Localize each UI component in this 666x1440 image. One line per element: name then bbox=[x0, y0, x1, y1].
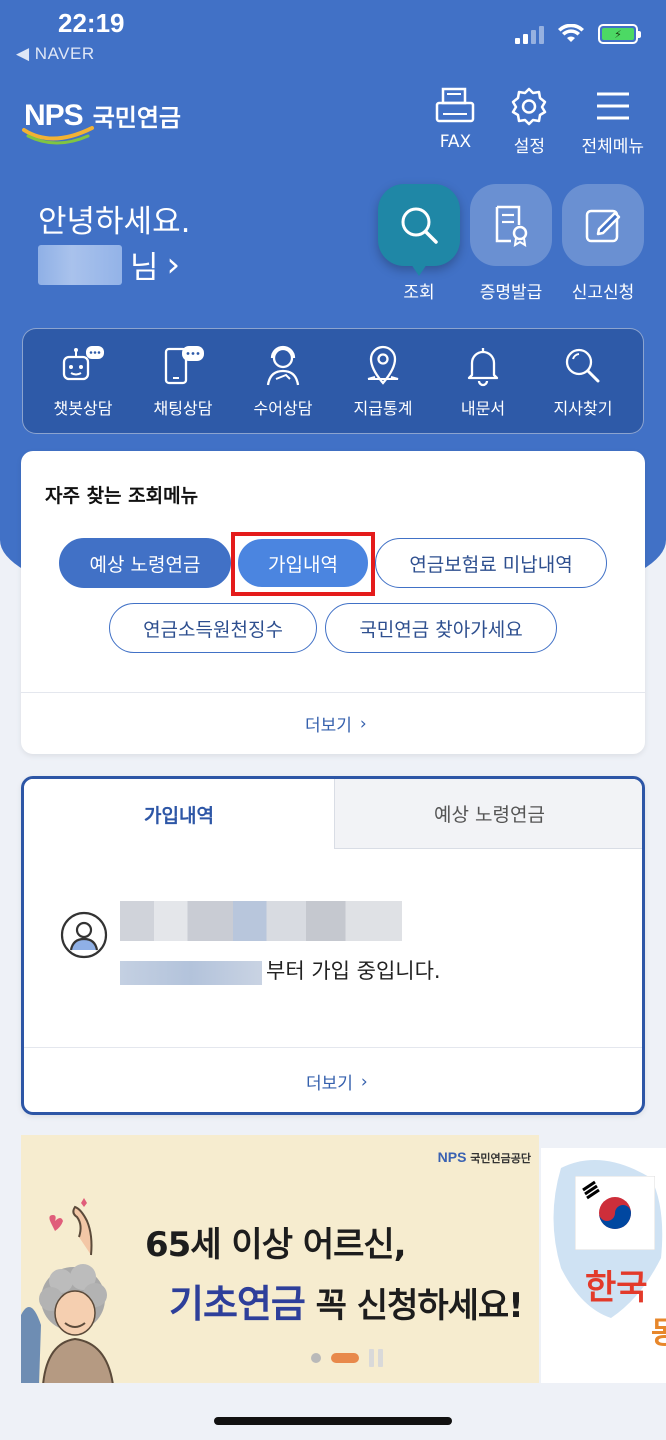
user-suffix: 님 bbox=[130, 250, 159, 286]
pause-icon[interactable] bbox=[369, 1349, 383, 1367]
settings-button[interactable]: 설정 bbox=[507, 86, 551, 157]
join-status-text: 부터 가입 중입니다. bbox=[266, 959, 441, 983]
selection-highlight bbox=[231, 532, 375, 596]
more-label: 더보기 bbox=[306, 1074, 353, 1094]
service-my-documents-label: 내문서 bbox=[460, 399, 506, 418]
user-avatar-icon bbox=[60, 911, 108, 959]
magnifier-icon bbox=[565, 348, 600, 383]
quick-inquiry-button[interactable]: 조회 bbox=[378, 184, 460, 303]
banner2-text2: 동 bbox=[651, 1316, 666, 1351]
service-payment-stats[interactable]: 지급통계 bbox=[335, 343, 431, 419]
nps-logo[interactable]: NPS 국민연금 bbox=[22, 98, 182, 145]
carousel-indicator bbox=[311, 1349, 383, 1367]
chat-phone-icon bbox=[164, 346, 204, 385]
quick-actions: 조회 증명발급 신고신청 bbox=[378, 184, 644, 303]
service-chatbot[interactable]: 챗봇상담 bbox=[35, 343, 131, 419]
basic-pension-banner[interactable]: NPS 국민연금공단 65세 이상 어르신, 기초연금 꼭 신청하세요! bbox=[21, 1135, 539, 1383]
next-banner-preview[interactable]: 한국 동 bbox=[541, 1148, 666, 1383]
gear-icon bbox=[512, 87, 547, 126]
banner-line2-rest: 꼭 신청하세요! bbox=[304, 1286, 524, 1326]
banner-line1: 65세 이상 어르신, bbox=[145, 1225, 407, 1265]
status-time: 22:19 bbox=[58, 8, 125, 38]
pill-expected-pension[interactable]: 예상 노령연금 bbox=[59, 538, 231, 588]
service-chatbot-label: 챗봇상담 bbox=[53, 399, 113, 418]
carousel-dot[interactable] bbox=[311, 1353, 321, 1363]
frequent-more-link[interactable]: 더보기 › bbox=[305, 711, 367, 737]
tab-expected-pension[interactable]: 예상 노령연금 bbox=[334, 779, 642, 849]
banner-line2: 기초연금 꼭 신청하세요! bbox=[169, 1273, 524, 1328]
service-chatting[interactable]: 채팅상담 bbox=[135, 343, 231, 419]
signal-icon bbox=[515, 24, 544, 44]
service-payment-stats-label: 지급통계 bbox=[353, 399, 413, 418]
quick-report-label: 신고신청 bbox=[571, 283, 635, 303]
fax-button[interactable]: FAX bbox=[433, 86, 477, 157]
edit-icon bbox=[585, 209, 621, 243]
all-menu-label: 전체메뉴 bbox=[581, 137, 644, 157]
quick-certificate-label: 증명발급 bbox=[479, 283, 543, 303]
tab-more-link[interactable]: 더보기 › bbox=[306, 1069, 368, 1095]
carousel-dot-active[interactable] bbox=[331, 1353, 359, 1363]
sign-language-icon bbox=[266, 345, 300, 386]
bottom-safe-area bbox=[0, 1383, 666, 1440]
join-date-redacted bbox=[120, 961, 262, 985]
service-find-branch[interactable]: 지사찾기 bbox=[535, 343, 631, 419]
frequent-menu-title: 자주 찾는 조회메뉴 bbox=[45, 485, 199, 507]
certificate-icon bbox=[495, 205, 528, 247]
chevron-right-icon: › bbox=[360, 1071, 368, 1092]
service-my-documents[interactable]: 내문서 bbox=[435, 343, 531, 419]
pill-withholding-tax[interactable]: 연금소득원천징수 bbox=[109, 603, 317, 653]
wifi-icon bbox=[558, 24, 584, 42]
report-circle bbox=[562, 184, 644, 266]
banner-accent: 기초연금 bbox=[169, 1282, 306, 1326]
korea-flag-icon bbox=[575, 1176, 655, 1250]
home-indicator[interactable] bbox=[214, 1417, 452, 1425]
service-chatting-label: 채팅상담 bbox=[153, 399, 213, 418]
quick-report-button[interactable]: 신고신청 bbox=[562, 184, 644, 303]
service-sign-language[interactable]: 수어상담 bbox=[235, 343, 331, 419]
location-pin-icon bbox=[367, 345, 399, 385]
pill-unpaid-premium[interactable]: 연금보험료 미납내역 bbox=[375, 538, 607, 588]
banner-logo-text: 국민연금공단 bbox=[470, 1152, 531, 1165]
bell-icon bbox=[467, 348, 499, 387]
battery-icon: ⚡ bbox=[598, 24, 641, 44]
settings-label: 설정 bbox=[513, 137, 546, 157]
tab-join-history[interactable]: 가입내역 bbox=[24, 779, 334, 849]
quick-inquiry-label: 조회 bbox=[403, 283, 435, 303]
banner-logo: NPS 국민연금공단 bbox=[438, 1149, 531, 1166]
back-to-app-link[interactable]: ◀ NAVER bbox=[16, 44, 95, 64]
greeting-text: 안녕하세요. bbox=[38, 204, 191, 240]
fax-icon bbox=[436, 87, 475, 123]
user-name-redacted bbox=[38, 244, 122, 285]
menu-icon bbox=[596, 92, 629, 120]
inquiry-circle bbox=[378, 184, 460, 276]
banner2-text: 한국 bbox=[585, 1268, 648, 1308]
chevron-right-icon: › bbox=[359, 713, 367, 734]
search-icon bbox=[401, 207, 438, 244]
service-sign-language-label: 수어상담 bbox=[253, 399, 313, 418]
banner-logo-mark: NPS bbox=[437, 1149, 467, 1165]
logo-text: 국민연금 bbox=[92, 104, 182, 132]
status-icons: ⚡ bbox=[515, 24, 641, 44]
grandmother-illustration-icon bbox=[21, 1198, 114, 1383]
chatbot-icon bbox=[62, 346, 104, 381]
service-find-branch-label: 지사찾기 bbox=[553, 399, 613, 418]
header-actions: FAX 설정 전체메뉴 bbox=[433, 86, 644, 157]
logo-swoosh-icon bbox=[22, 126, 94, 145]
membership-tab-card: 가입내역 예상 노령연금 부터 가입 중입니다. 더보기 › bbox=[21, 776, 645, 1115]
pill-find-pension[interactable]: 국민연금 찾아가세요 bbox=[325, 603, 557, 653]
quick-certificate-button[interactable]: 증명발급 bbox=[470, 184, 552, 303]
more-label: 더보기 bbox=[305, 716, 352, 736]
chevron-right-icon: › bbox=[166, 244, 181, 285]
certificate-circle bbox=[470, 184, 552, 266]
all-menu-button[interactable]: 전체메뉴 bbox=[581, 86, 644, 157]
fax-label: FAX bbox=[439, 132, 472, 152]
member-info-redacted bbox=[120, 901, 402, 941]
user-profile-link[interactable]: 님 › bbox=[38, 242, 180, 287]
divider bbox=[21, 692, 645, 693]
divider bbox=[24, 1047, 642, 1048]
frequent-menu-card: 자주 찾는 조회메뉴 예상 노령연금 가입내역 연금보험료 미납내역 연금소득원… bbox=[21, 451, 645, 754]
service-bar: 챗봇상담 채팅상담 수어상담 지급통계 내문서 지사찾기 bbox=[22, 328, 644, 434]
